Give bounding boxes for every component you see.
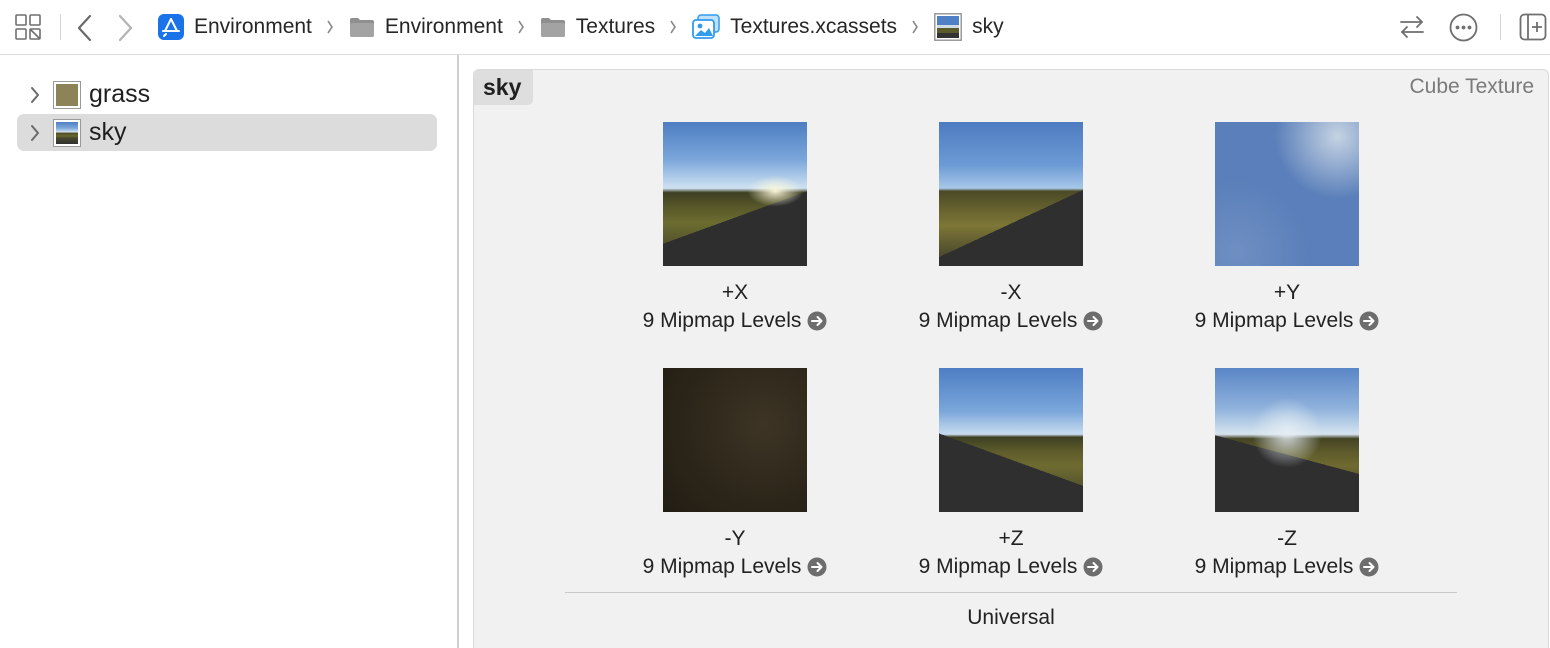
breadcrumb-item-folder-environment[interactable]: Environment	[349, 0, 503, 54]
face-name: +Z	[998, 527, 1024, 550]
asset-catalog-icon	[692, 14, 720, 39]
face-name: -X	[1000, 281, 1022, 304]
disclosure-chevron-icon[interactable]	[26, 124, 44, 142]
mipmap-levels[interactable]: 9 Mipmap Levels	[1167, 556, 1407, 578]
face-name: +Y	[1273, 281, 1301, 304]
mipmap-levels[interactable]: 9 Mipmap Levels	[891, 310, 1131, 332]
face-image[interactable]	[939, 122, 1083, 266]
mipmap-levels-label: 9 Mipmap Levels	[918, 309, 1078, 332]
breadcrumb-label: Environment	[194, 15, 312, 38]
cube-texture-panel: sky Cube Texture +X 9 Mipmap Levels -X 9…	[473, 69, 1549, 648]
face-name: +X	[721, 281, 749, 304]
asset-list-sidebar: grass sky	[0, 55, 457, 648]
mipmap-levels-label: 9 Mipmap Levels	[642, 555, 802, 578]
asset-item-label: grass	[89, 80, 151, 108]
swap-arrows-icon[interactable]	[1398, 14, 1426, 40]
breadcrumb-label: sky	[972, 15, 1004, 38]
back-chevron-icon[interactable]	[74, 13, 96, 43]
mipmap-levels-label: 9 Mipmap Levels	[1194, 555, 1354, 578]
face-image[interactable]	[663, 122, 807, 266]
asset-kind-label: Cube Texture	[1409, 75, 1534, 98]
forward-chevron-icon[interactable]	[114, 13, 136, 43]
toolbar-separator	[1500, 14, 1501, 40]
breadcrumb: Environment Environment Textures Texture…	[158, 0, 1004, 54]
folder-icon	[349, 18, 374, 37]
asset-item-sky[interactable]: sky	[17, 114, 437, 151]
face-image[interactable]	[939, 368, 1083, 512]
arrow-right-circle-icon[interactable]	[1359, 557, 1379, 577]
breadcrumb-item-asset-catalog[interactable]: Textures.xcassets	[692, 0, 897, 54]
breadcrumb-chevron-icon	[912, 20, 919, 34]
mipmap-levels-label: 9 Mipmap Levels	[1194, 309, 1354, 332]
face-image[interactable]	[1215, 122, 1359, 266]
mipmap-levels[interactable]: 9 Mipmap Levels	[615, 310, 855, 332]
cube-texture-icon	[934, 13, 962, 41]
device-label: Universal	[967, 606, 1055, 629]
cube-face-pos-z[interactable]: +Z 9 Mipmap Levels	[891, 368, 1131, 578]
breadcrumb-item-sky[interactable]: sky	[934, 0, 1004, 54]
arrow-right-circle-icon[interactable]	[1083, 557, 1103, 577]
breadcrumb-chevron-icon	[518, 20, 524, 34]
mipmap-levels-label: 9 Mipmap Levels	[642, 309, 802, 332]
folder-icon	[540, 18, 565, 37]
breadcrumb-item-project[interactable]: Environment	[158, 0, 312, 54]
asset-editor: sky Cube Texture +X 9 Mipmap Levels -X 9…	[459, 55, 1550, 648]
device-divider	[565, 592, 1457, 593]
breadcrumb-chevron-icon	[327, 20, 333, 34]
texture-thumbnail-icon	[53, 80, 81, 109]
cube-face-pos-y[interactable]: +Y 9 Mipmap Levels	[1167, 122, 1407, 332]
mipmap-levels[interactable]: 9 Mipmap Levels	[891, 556, 1131, 578]
toolbar-separator	[60, 14, 61, 40]
arrow-right-circle-icon[interactable]	[1083, 311, 1103, 331]
cube-face-neg-x[interactable]: -X 9 Mipmap Levels	[891, 122, 1131, 332]
cube-face-neg-y[interactable]: -Y 9 Mipmap Levels	[615, 368, 855, 578]
cube-face-neg-z[interactable]: -Z 9 Mipmap Levels	[1167, 368, 1407, 578]
breadcrumb-label: Textures	[575, 15, 656, 38]
add-editor-icon[interactable]	[1519, 13, 1547, 41]
breadcrumb-label: Textures.xcassets	[730, 15, 898, 38]
face-name: -Y	[724, 527, 746, 550]
arrow-right-circle-icon[interactable]	[1359, 311, 1379, 331]
mipmap-levels[interactable]: 9 Mipmap Levels	[1167, 310, 1407, 332]
app-store-icon	[158, 14, 184, 40]
arrow-right-circle-icon[interactable]	[807, 557, 827, 577]
breadcrumb-chevron-icon	[670, 20, 677, 34]
breadcrumb-item-folder-textures[interactable]: Textures	[540, 0, 655, 54]
more-options-icon[interactable]	[1449, 13, 1478, 42]
mipmap-levels-label: 9 Mipmap Levels	[918, 555, 1078, 578]
related-items-grid-icon[interactable]	[15, 14, 41, 40]
arrow-right-circle-icon[interactable]	[807, 311, 827, 331]
face-image[interactable]	[663, 368, 807, 512]
face-name: -Z	[1277, 527, 1297, 550]
cube-texture-thumbnail-icon	[53, 118, 81, 147]
asset-item-grass[interactable]: grass	[17, 76, 437, 113]
face-image[interactable]	[1215, 368, 1359, 512]
breadcrumb-label: Environment	[384, 15, 503, 38]
cube-face-pos-x[interactable]: +X 9 Mipmap Levels	[615, 122, 855, 332]
mipmap-levels[interactable]: 9 Mipmap Levels	[615, 556, 855, 578]
asset-item-label: sky	[89, 118, 127, 146]
disclosure-chevron-icon[interactable]	[26, 86, 44, 104]
asset-name-tab[interactable]: sky	[474, 70, 534, 105]
toolbar: Environment Environment Textures Texture…	[0, 0, 1550, 55]
